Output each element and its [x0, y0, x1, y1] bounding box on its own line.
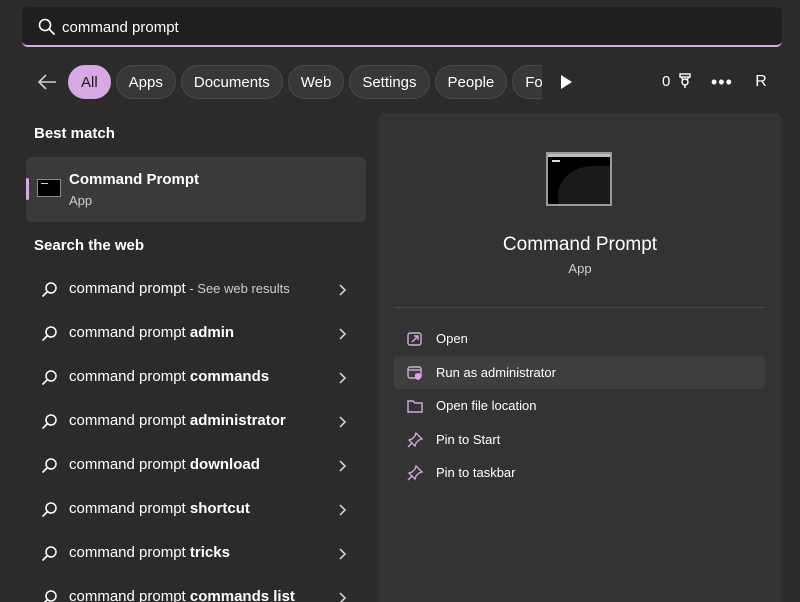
- open-icon: [407, 332, 422, 346]
- filter-people[interactable]: People: [434, 65, 508, 99]
- more-options-button[interactable]: •••: [711, 72, 733, 93]
- web-result-item[interactable]: command prompt administrator: [26, 400, 366, 444]
- web-result-item[interactable]: command prompt commands: [26, 356, 366, 400]
- search-icon: [42, 282, 57, 297]
- play-icon[interactable]: [556, 71, 576, 93]
- search-icon: [42, 414, 57, 429]
- pin-icon: [407, 464, 424, 481]
- web-result-text: command prompt administrator: [69, 412, 286, 429]
- search-icon: [42, 326, 57, 341]
- chevron-right-icon: [339, 460, 347, 472]
- search-icon: [42, 502, 57, 517]
- filter-tabs: All Apps Documents Web Settings People F…: [68, 65, 542, 99]
- chevron-right-icon: [339, 416, 347, 428]
- web-result-item[interactable]: command prompt - See web results: [26, 268, 366, 312]
- web-result-item[interactable]: command prompt admin: [26, 312, 366, 356]
- chevron-right-icon: [339, 284, 347, 296]
- web-result-text: command prompt admin: [69, 324, 235, 341]
- command-prompt-icon: [37, 179, 61, 197]
- search-web-heading: Search the web: [34, 237, 145, 254]
- search-input[interactable]: [62, 15, 762, 39]
- search-bar[interactable]: [22, 7, 782, 47]
- chevron-right-icon: [339, 548, 347, 560]
- action-pin-to-start[interactable]: Pin to Start: [394, 423, 765, 457]
- best-match-subtitle: App: [69, 193, 93, 208]
- search-icon: [42, 370, 57, 385]
- best-match-result[interactable]: Command Prompt App: [26, 157, 366, 222]
- search-icon: [42, 458, 57, 473]
- shield-icon: [407, 365, 422, 380]
- chevron-right-icon: [339, 504, 347, 516]
- web-result-item[interactable]: command prompt tricks: [26, 532, 366, 576]
- action-label: Open: [436, 331, 468, 346]
- web-result-text: command prompt tricks: [69, 544, 230, 561]
- action-pin-to-taskbar[interactable]: Pin to taskbar: [394, 456, 765, 490]
- filter-web[interactable]: Web: [287, 65, 345, 99]
- web-result-text: command prompt download: [69, 456, 260, 473]
- command-prompt-large-icon: [546, 152, 612, 206]
- pin-icon: [407, 431, 424, 447]
- filter-all[interactable]: All: [68, 65, 111, 99]
- filter-apps[interactable]: Apps: [115, 65, 176, 99]
- web-result-item[interactable]: command prompt shortcut: [26, 488, 366, 532]
- best-match-title: Command Prompt: [69, 171, 200, 188]
- detail-title: Command Prompt: [502, 234, 658, 255]
- back-button[interactable]: [34, 69, 60, 95]
- selection-indicator: [26, 178, 29, 200]
- rewards-points[interactable]: 0: [662, 72, 694, 90]
- folder-icon: [407, 400, 423, 413]
- web-result-item[interactable]: command prompt commands list: [26, 576, 366, 602]
- avatar[interactable]: R: [750, 71, 772, 93]
- action-label: Pin to taskbar: [436, 465, 516, 480]
- best-match-heading: Best match: [34, 125, 115, 142]
- search-icon: [38, 18, 55, 35]
- detail-panel: Command Prompt App Open Run as administr…: [378, 113, 782, 602]
- detail-subtitle: App: [568, 261, 592, 276]
- chevron-right-icon: [339, 592, 347, 602]
- search-icon: [43, 590, 57, 602]
- action-label: Open file location: [436, 398, 537, 413]
- arrow-left-icon: [37, 74, 56, 90]
- web-result-text: command prompt commands: [69, 368, 270, 385]
- web-result-text: command prompt - See web results: [69, 280, 290, 297]
- web-result-text: command prompt commands list: [69, 588, 295, 602]
- chevron-right-icon: [339, 372, 347, 384]
- web-results-list: command prompt - See web results command…: [26, 268, 366, 602]
- web-result-text: command prompt shortcut: [69, 500, 250, 517]
- divider: [394, 307, 765, 308]
- filter-folders[interactable]: Folde: [512, 65, 542, 99]
- trophy-icon: [679, 73, 692, 88]
- search-icon: [42, 546, 57, 561]
- action-label: Pin to Start: [436, 431, 501, 447]
- action-list: Open Run as administrator Open file loca…: [394, 322, 765, 490]
- action-label: Run as administrator: [436, 364, 556, 380]
- web-result-item[interactable]: command prompt download: [26, 444, 366, 488]
- action-open[interactable]: Open: [394, 322, 765, 356]
- filter-documents[interactable]: Documents: [180, 65, 283, 99]
- action-open-file-location[interactable]: Open file location: [394, 389, 765, 423]
- chevron-right-icon: [339, 328, 347, 340]
- action-run-as-administrator[interactable]: Run as administrator: [394, 355, 765, 389]
- filter-settings[interactable]: Settings: [349, 65, 430, 99]
- points-count: 0: [662, 72, 671, 90]
